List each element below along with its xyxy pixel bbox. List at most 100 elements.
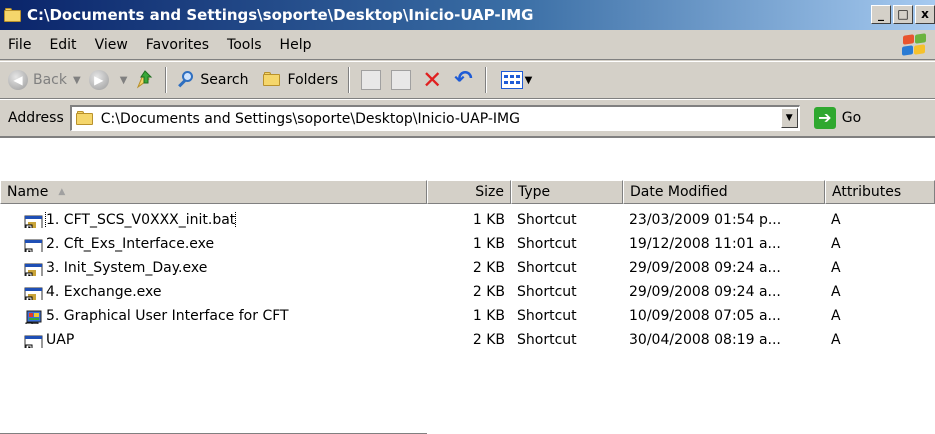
- file-type: Shortcut: [517, 212, 577, 228]
- close-button[interactable]: x: [915, 5, 935, 24]
- toolbar-separator: [165, 67, 168, 93]
- file-attributes: A: [831, 236, 841, 252]
- file-rows: 1. CFT_SCS_V0XXX_init.bat 1 KB Shortcut …: [0, 208, 935, 352]
- menu-favorites[interactable]: Favorites: [138, 37, 219, 53]
- column-header-size[interactable]: Size: [427, 180, 511, 204]
- file-attributes: A: [831, 212, 841, 228]
- chevron-down-icon[interactable]: ▼: [120, 75, 128, 86]
- file-name: 4. Exchange.exe: [46, 284, 162, 300]
- file-name-cell: UAP: [0, 332, 427, 348]
- back-button[interactable]: ◀ Back ▼: [4, 70, 85, 90]
- file-name-cell: 3. Init_System_Day.exe: [0, 260, 427, 276]
- app-shortcut-icon: [25, 310, 42, 324]
- delete-icon[interactable]: ✕: [422, 68, 442, 92]
- file-size: 2 KB: [472, 332, 505, 348]
- table-row[interactable]: 2. Cft_Exs_Interface.exe 1 KB Shortcut 1…: [0, 232, 935, 256]
- maximize-button[interactable]: □: [893, 5, 913, 24]
- title-bar[interactable]: C:\Documents and Settings\soporte\Deskto…: [0, 0, 935, 30]
- address-path: C:\Documents and Settings\soporte\Deskto…: [100, 110, 520, 127]
- search-label: Search: [200, 72, 249, 88]
- file-list[interactable]: Name ▲ Size Type Date Modified Attributes…: [0, 137, 935, 434]
- file-date: 30/04/2008 08:19 a...: [629, 332, 781, 348]
- menu-tools[interactable]: Tools: [219, 37, 272, 53]
- standard-toolbar: ◀ Back ▼ ▶ ▼ Search Folders ✕ ↶ ▼: [0, 61, 935, 99]
- file-size: 1 KB: [472, 308, 505, 324]
- folder-icon: [75, 111, 96, 126]
- file-date: 19/12/2008 11:01 a...: [629, 236, 781, 252]
- menu-edit[interactable]: Edit: [41, 37, 86, 53]
- chevron-down-icon: ▼: [524, 74, 533, 86]
- menu-file[interactable]: File: [0, 37, 41, 53]
- file-size: 2 KB: [472, 284, 505, 300]
- menu-view[interactable]: View: [87, 37, 138, 53]
- address-bar: Address C:\Documents and Settings\soport…: [0, 99, 935, 137]
- file-type: Shortcut: [517, 260, 577, 276]
- back-arrow-icon: ◀: [8, 70, 28, 90]
- column-header-date[interactable]: Date Modified: [623, 180, 825, 204]
- window-title: C:\Documents and Settings\soporte\Deskto…: [27, 6, 534, 24]
- folders-icon: [262, 72, 283, 88]
- folders-button[interactable]: Folders: [259, 72, 343, 88]
- chevron-down-icon[interactable]: ▼: [780, 108, 798, 128]
- address-input[interactable]: C:\Documents and Settings\soporte\Deskto…: [69, 105, 800, 131]
- file-attributes: A: [831, 308, 841, 324]
- column-header-attributes[interactable]: Attributes: [825, 180, 935, 204]
- windows-logo-icon: [901, 33, 927, 56]
- undo-icon[interactable]: ↶: [454, 69, 472, 91]
- file-name: 5. Graphical User Interface for CFT: [46, 308, 289, 324]
- table-row[interactable]: UAP 2 KB Shortcut 30/04/2008 08:19 a... …: [0, 328, 935, 352]
- toolbar-separator: [348, 67, 351, 93]
- table-row[interactable]: 3. Init_System_Day.exe 2 KB Shortcut 29/…: [0, 256, 935, 280]
- window-controls: _ □ x: [869, 5, 935, 24]
- batch-shortcut-icon: [24, 263, 43, 276]
- address-label: Address: [8, 110, 64, 126]
- file-type: Shortcut: [517, 308, 577, 324]
- minimize-button[interactable]: _: [871, 5, 891, 24]
- views-button[interactable]: ▼: [493, 71, 537, 89]
- file-type: Shortcut: [517, 236, 577, 252]
- go-label: Go: [841, 110, 862, 126]
- table-row[interactable]: 5. Graphical User Interface for CFT 1 KB…: [0, 304, 935, 328]
- table-row[interactable]: 4. Exchange.exe 2 KB Shortcut 29/09/2008…: [0, 280, 935, 304]
- chevron-down-icon[interactable]: ▼: [73, 75, 81, 86]
- column-header-row: Name ▲ Size Type Date Modified Attributes: [0, 180, 935, 204]
- file-attributes: A: [831, 332, 841, 348]
- batch-shortcut-icon: [24, 215, 43, 228]
- move-to-icon[interactable]: [361, 70, 382, 90]
- file-name-cell: 2. Cft_Exs_Interface.exe: [0, 236, 427, 252]
- column-header-type[interactable]: Type: [511, 180, 623, 204]
- go-button[interactable]: ➔ Go: [813, 107, 862, 129]
- folder-icon: [4, 8, 22, 22]
- file-type: Shortcut: [517, 284, 577, 300]
- up-folder-icon[interactable]: [135, 69, 155, 91]
- file-name: 2. Cft_Exs_Interface.exe: [46, 236, 215, 252]
- file-type: Shortcut: [517, 332, 577, 348]
- file-size: 1 KB: [472, 212, 505, 228]
- exe-shortcut-icon: [24, 335, 43, 348]
- file-date: 29/09/2008 09:24 a...: [629, 284, 781, 300]
- table-row[interactable]: 1. CFT_SCS_V0XXX_init.bat 1 KB Shortcut …: [0, 208, 935, 232]
- go-arrow-icon: ➔: [813, 107, 836, 129]
- menu-bar: File Edit View Favorites Tools Help: [0, 30, 935, 60]
- exe-shortcut-icon: [24, 239, 43, 252]
- file-date: 10/09/2008 07:05 a...: [629, 308, 781, 324]
- file-size: 2 KB: [472, 260, 505, 276]
- file-name-cell: 1. CFT_SCS_V0XXX_init.bat: [0, 212, 427, 228]
- views-icon: [500, 71, 523, 89]
- menu-help[interactable]: Help: [272, 37, 322, 53]
- search-button[interactable]: Search: [173, 71, 252, 89]
- forward-button[interactable]: ▶ ▼: [85, 70, 132, 90]
- file-date: 29/09/2008 09:24 a...: [629, 260, 781, 276]
- folders-label: Folders: [287, 72, 339, 88]
- column-header-name-label: Name: [7, 184, 49, 200]
- file-date: 23/03/2009 01:54 p...: [629, 212, 782, 228]
- copy-to-icon[interactable]: [391, 70, 412, 90]
- search-icon: [177, 71, 195, 89]
- sort-ascending-icon: ▲: [58, 187, 66, 197]
- file-name-cell: 5. Graphical User Interface for CFT: [0, 308, 427, 324]
- column-header-name[interactable]: Name ▲: [0, 180, 427, 204]
- file-name-cell: 4. Exchange.exe: [0, 284, 427, 300]
- back-label: Back: [33, 72, 67, 88]
- batch-shortcut-icon: [24, 287, 43, 300]
- file-name: UAP: [46, 332, 75, 348]
